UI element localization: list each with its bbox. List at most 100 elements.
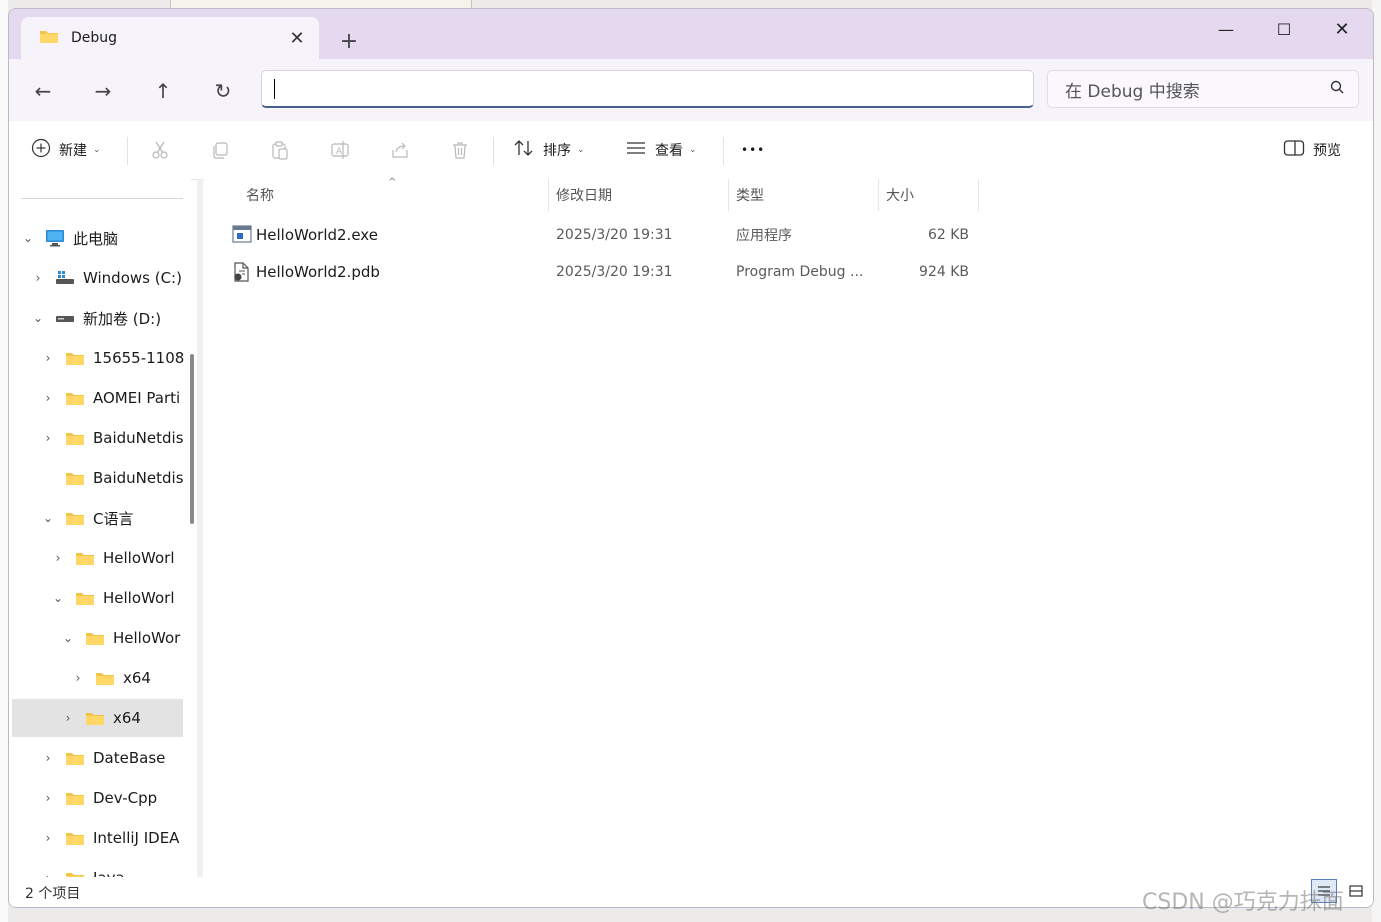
sidebar-item-label: 新加卷 (D:): [83, 309, 162, 328]
more-options-button[interactable]: •••: [741, 135, 765, 165]
navigation-pane: ⌄ 此电脑 › Windows (C:) ⌄ 新加卷 (D:) › 15655-1108 › AO…: [9, 179, 191, 877]
navigation-bar: ← → ↑ ↻ 在 Debug 中搜索: [9, 59, 1373, 121]
sidebar-item[interactable]: ⌄ 新加卷 (D:): [9, 299, 191, 337]
sidebar-item[interactable]: › x64: [12, 699, 183, 737]
chevron-right-icon[interactable]: ›: [41, 751, 55, 765]
delete-icon[interactable]: [448, 138, 472, 162]
sidebar-divider: [21, 198, 183, 199]
search-input[interactable]: 在 Debug 中搜索: [1047, 70, 1359, 108]
forward-button[interactable]: →: [85, 75, 121, 107]
back-button[interactable]: ←: [25, 75, 61, 107]
sidebar-scrollbar[interactable]: [190, 354, 194, 524]
file-date: 2025/3/20 19:31: [556, 227, 673, 243]
refresh-button[interactable]: ↻: [205, 75, 241, 107]
cut-icon[interactable]: [148, 138, 172, 162]
sidebar-item-label: Java: [93, 869, 125, 877]
chevron-down-icon[interactable]: ⌄: [61, 631, 75, 645]
column-divider[interactable]: [978, 179, 979, 211]
close-tab-icon[interactable]: ✕: [285, 26, 309, 50]
folder-icon: [85, 630, 105, 646]
sidebar-item-label: x64: [123, 669, 151, 687]
exe-icon: [232, 225, 252, 247]
column-header-type[interactable]: 类型: [736, 179, 764, 211]
toolbar-divider: [127, 137, 128, 165]
column-header-size[interactable]: 大小: [886, 179, 914, 211]
folder-icon: [65, 830, 85, 846]
chevron-right-icon[interactable]: ›: [41, 431, 55, 445]
tab-debug[interactable]: Debug ✕: [21, 17, 319, 59]
folder-icon: [75, 550, 95, 566]
column-divider[interactable]: [728, 179, 729, 211]
sort-icon: [513, 138, 535, 162]
sidebar-item[interactable]: › IntelliJ IDEA: [9, 819, 191, 857]
column-divider[interactable]: [878, 179, 879, 211]
chevron-down-icon[interactable]: ⌄: [31, 311, 45, 325]
tiles-view-button[interactable]: [1343, 879, 1369, 903]
sidebar-item[interactable]: ⌄ HelloWor: [9, 619, 191, 657]
sidebar-item-label: BaiduNetdis: [93, 429, 184, 447]
sidebar-item-label: DateBase: [93, 749, 166, 767]
chevron-right-icon[interactable]: ›: [61, 711, 75, 725]
chevron-right-icon[interactable]: ›: [41, 791, 55, 805]
sidebar-item[interactable]: › HelloWorl: [9, 539, 191, 577]
column-header-date[interactable]: 修改日期: [556, 179, 612, 211]
maximize-button[interactable]: ☐: [1255, 9, 1313, 49]
folder-icon: [39, 28, 59, 48]
chevron-right-icon[interactable]: ›: [41, 351, 55, 365]
rename-icon[interactable]: A: [328, 138, 352, 162]
chevron-right-icon[interactable]: ›: [71, 671, 85, 685]
file-list: 名称 ^ 修改日期 类型 大小 HelloWorld2.exe 2025/3/2…: [204, 177, 1373, 877]
copy-icon[interactable]: [208, 138, 232, 162]
chevron-right-icon[interactable]: ›: [41, 831, 55, 845]
sidebar-item[interactable]: › 15655-1108: [9, 339, 191, 377]
preview-button[interactable]: 预览: [1283, 135, 1341, 165]
chevron-down-icon: ⌄: [577, 145, 585, 155]
chevron-down-icon[interactable]: ⌄: [41, 511, 55, 525]
sidebar-item-label: HelloWor: [113, 629, 181, 647]
windows-drive-icon: [55, 270, 75, 286]
sidebar-item[interactable]: › x64: [9, 659, 191, 697]
new-button[interactable]: 新建 ⌄: [31, 135, 101, 165]
sidebar-item-label: 此电脑: [73, 229, 119, 248]
paste-icon[interactable]: [268, 138, 292, 162]
share-icon[interactable]: [388, 138, 412, 162]
new-tab-button[interactable]: +: [335, 27, 363, 55]
column-header-name[interactable]: 名称: [246, 179, 274, 211]
pane-splitter[interactable]: [197, 179, 203, 877]
column-divider[interactable]: [548, 179, 549, 211]
view-button[interactable]: 查看 ⌄: [625, 135, 697, 165]
sidebar-item[interactable]: › DateBase: [9, 739, 191, 777]
sidebar-item[interactable]: › Windows (C:): [9, 259, 191, 297]
file-row[interactable]: HelloWorld2.pdb 2025/3/20 19:31 Program …: [224, 254, 984, 290]
sidebar-item[interactable]: ⌄ C语言: [9, 499, 191, 537]
chevron-right-icon[interactable]: ›: [41, 391, 55, 405]
chevron-right-icon[interactable]: ›: [31, 271, 45, 285]
view-icon: [625, 138, 647, 162]
sort-button[interactable]: 排序 ⌄: [513, 135, 585, 165]
chevron-right-icon[interactable]: ›: [51, 551, 65, 565]
sidebar-item[interactable]: › AOMEI Parti: [9, 379, 191, 417]
sidebar-item[interactable]: ›Java: [9, 859, 191, 877]
file-explorer-window: Debug ✕ + — ☐ ✕ ← → ↑ ↻ 在 Debug 中搜索 新建 ⌄…: [8, 8, 1374, 908]
folder-icon: [65, 390, 85, 406]
sidebar-item[interactable]: ⌄ 此电脑: [9, 219, 191, 257]
sidebar-item[interactable]: BaiduNetdis: [9, 459, 191, 497]
sidebar-item[interactable]: ⌄ HelloWorl: [9, 579, 191, 617]
minimize-button[interactable]: —: [1197, 9, 1255, 49]
chevron-down-icon[interactable]: ⌄: [21, 231, 35, 245]
close-window-button[interactable]: ✕: [1313, 9, 1371, 49]
folder-icon: [65, 750, 85, 766]
folder-icon: [65, 790, 85, 806]
new-label: 新建: [59, 143, 87, 159]
sidebar-item[interactable]: › BaiduNetdis: [9, 419, 191, 457]
search-placeholder: 在 Debug 中搜索: [1065, 81, 1200, 102]
folder-icon: [65, 430, 85, 446]
folder-icon: [95, 670, 115, 686]
search-icon: [1330, 80, 1344, 98]
sidebar-item[interactable]: › Dev-Cpp: [9, 779, 191, 817]
file-row[interactable]: HelloWorld2.exe 2025/3/20 19:31 应用程序 62 …: [224, 217, 984, 253]
up-button[interactable]: ↑: [145, 75, 181, 107]
watermark: CSDN @巧克力抹面: [1142, 890, 1344, 915]
address-bar[interactable]: [261, 70, 1034, 108]
chevron-down-icon[interactable]: ⌄: [51, 591, 65, 605]
